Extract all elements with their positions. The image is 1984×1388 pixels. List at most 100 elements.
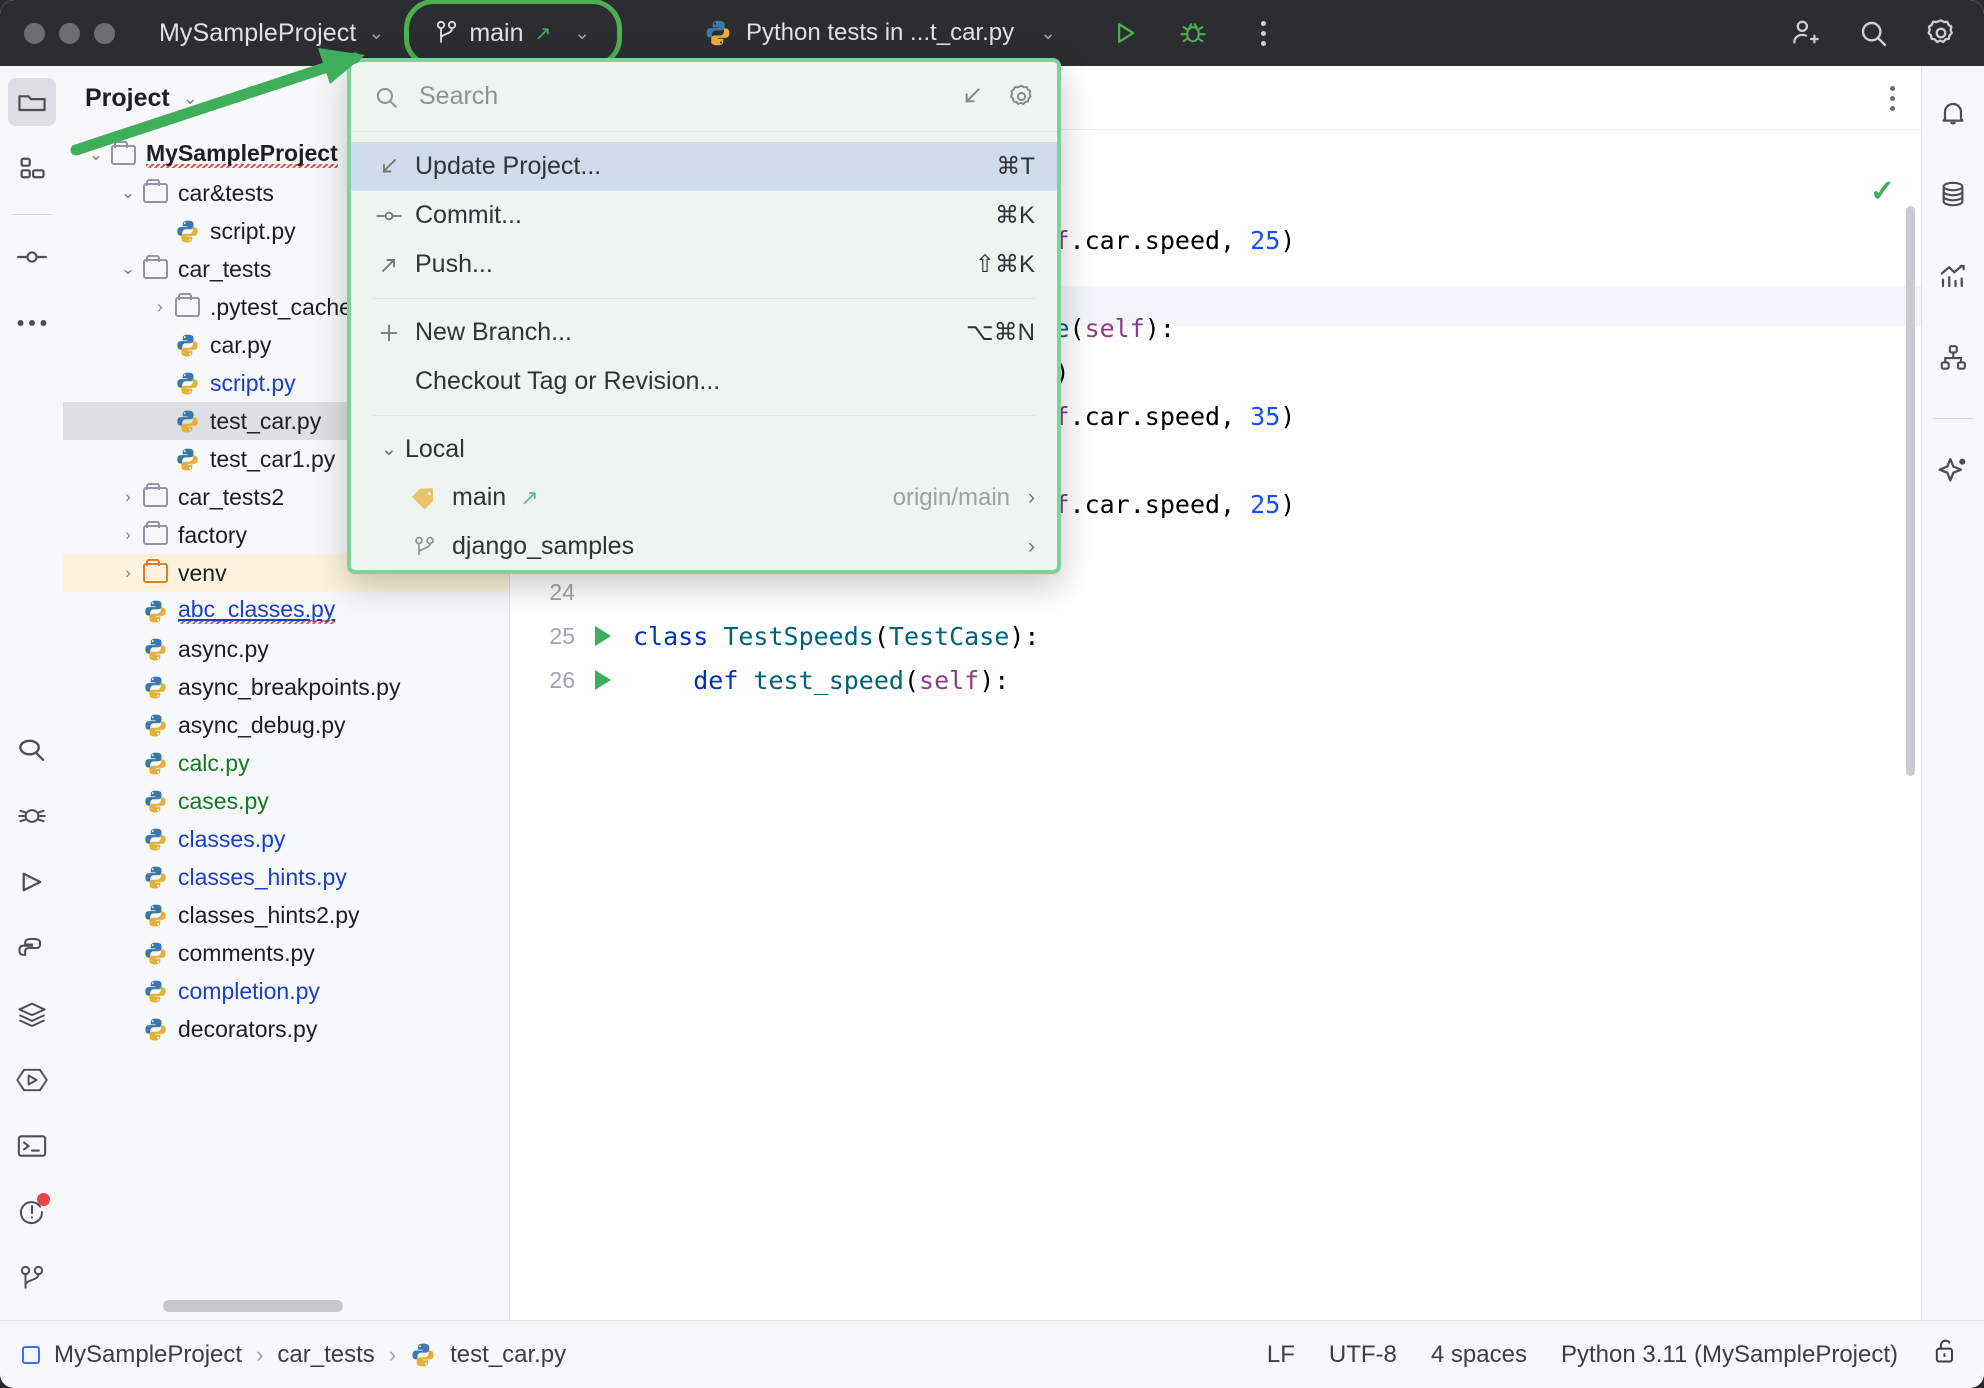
tree-row-label: classes_hints.py: [178, 863, 347, 890]
line-separator-widget[interactable]: LF: [1267, 1341, 1295, 1369]
branch-row-django-samples[interactable]: django_samples ›: [351, 522, 1057, 570]
more-options-icon[interactable]: [1246, 16, 1280, 50]
sidebar-item-version-control[interactable]: [8, 1254, 56, 1302]
tree-row-comments-py[interactable]: comments.py: [63, 934, 509, 972]
tree-row-completion-py[interactable]: completion.py: [63, 972, 509, 1010]
git-branches-popup: Search Update Project... ⌘T Commit... ⌘K…: [347, 58, 1061, 574]
branch-search-row[interactable]: Search: [351, 62, 1057, 132]
plus-icon: [373, 321, 405, 345]
sidebar-item-commit[interactable]: [8, 233, 56, 281]
sidebar-item-python-console[interactable]: [8, 1056, 56, 1104]
chevron-down-icon[interactable]: ⌄: [368, 22, 384, 45]
chevron-down-icon[interactable]: ⌄: [113, 183, 143, 203]
gear-icon[interactable]: [1008, 83, 1035, 110]
chevron-right-icon[interactable]: ›: [113, 525, 143, 545]
tree-row-calc-py[interactable]: calc.py: [63, 744, 509, 782]
sidebar-item-find[interactable]: [8, 726, 56, 774]
menu-item-shortcut: ⌘K: [994, 202, 1035, 229]
sidebar-item-problems[interactable]: [8, 1188, 56, 1236]
branch-row-feature[interactable]: feature ›: [351, 571, 1057, 574]
indent-widget[interactable]: 4 spaces: [1431, 1341, 1527, 1369]
menu-item-checkout-tag-or-revision[interactable]: Checkout Tag or Revision...: [351, 357, 1057, 406]
vertical-scrollbar[interactable]: [1906, 206, 1915, 776]
python-file-icon: [145, 942, 166, 964]
branch-group-local[interactable]: ⌄ Local: [351, 425, 1057, 473]
tree-row-async-py[interactable]: async.py: [63, 630, 509, 668]
run-line-icon[interactable]: [585, 670, 621, 690]
tree-row-label: car_tests2: [178, 483, 285, 510]
python-file-icon: [177, 334, 198, 356]
settings-icon[interactable]: [1924, 16, 1958, 50]
tree-row-classes-hints2-py[interactable]: classes_hints2.py: [63, 896, 509, 934]
search-icon[interactable]: [1856, 16, 1890, 50]
bell-icon[interactable]: [1929, 88, 1977, 136]
code-line[interactable]: 25 class TestSpeeds(TestCase):: [510, 614, 1921, 658]
project-name-label[interactable]: MySampleProject: [159, 19, 356, 48]
chevron-right-icon[interactable]: ›: [145, 297, 175, 317]
tree-row-label: script.py: [210, 369, 296, 396]
chevron-right-icon[interactable]: ›: [113, 563, 143, 583]
line-number: 25: [549, 622, 575, 649]
code-line[interactable]: 26 def test_speed(self):: [510, 658, 1921, 702]
breadcrumb-item[interactable]: MySampleProject: [54, 1341, 242, 1369]
sidebar-item-structure[interactable]: [8, 144, 56, 192]
maximize-window-button[interactable]: [94, 22, 115, 44]
tree-row-label: test_car.py: [210, 407, 322, 434]
tree-row-async-debug-py[interactable]: async_debug.py: [63, 706, 509, 744]
breadcrumb-item[interactable]: car_tests: [277, 1341, 374, 1369]
tree-row-classes-hints-py[interactable]: classes_hints.py: [63, 858, 509, 896]
encoding-widget[interactable]: UTF-8: [1329, 1341, 1397, 1369]
hierarchy-icon[interactable]: [1929, 334, 1977, 382]
menu-item-new-branch[interactable]: New Branch... ⌥⌘N: [351, 308, 1057, 357]
sidebar-item-run[interactable]: [8, 858, 56, 906]
interpreter-widget[interactable]: Python 3.11 (MySampleProject): [1561, 1341, 1898, 1369]
sidebar-item-more[interactable]: [8, 299, 56, 347]
tree-row-abc-classes-py[interactable]: abc_classes.py: [63, 592, 509, 630]
left-tool-strip: [0, 66, 63, 1320]
folder-icon: [111, 141, 136, 165]
project-panel-title: Project: [85, 83, 170, 112]
chevron-down-icon[interactable]: ⌄: [183, 88, 198, 109]
chevron-down-icon[interactable]: ⌄: [81, 145, 111, 165]
minimize-window-button[interactable]: [59, 22, 80, 44]
tree-row-classes-py[interactable]: classes.py: [63, 820, 509, 858]
sidebar-item-services[interactable]: [8, 990, 56, 1038]
sidebar-item-project[interactable]: [7, 78, 56, 126]
more-options-icon[interactable]: [1890, 86, 1895, 111]
debug-button[interactable]: [1176, 16, 1210, 50]
menu-item-push[interactable]: Push... ⇧⌘K: [351, 240, 1057, 289]
horizontal-scrollbar[interactable]: [163, 1300, 343, 1312]
breadcrumb-item[interactable]: test_car.py: [450, 1341, 566, 1369]
branch-widget[interactable]: main ↗ ⌄: [404, 0, 623, 68]
tree-row-cases-py[interactable]: cases.py: [63, 782, 509, 820]
add-account-icon[interactable]: [1788, 16, 1822, 50]
database-icon[interactable]: [1929, 170, 1977, 218]
search-icon: [376, 87, 397, 108]
chevron-right-icon[interactable]: ›: [113, 487, 143, 507]
run-button[interactable]: [1108, 16, 1142, 50]
sidebar-item-debug[interactable]: [8, 792, 56, 840]
menu-item-commit[interactable]: Commit... ⌘K: [351, 191, 1057, 240]
collapse-icon[interactable]: [958, 84, 984, 110]
close-window-button[interactable]: [24, 22, 45, 44]
sparkle-icon[interactable]: [1929, 447, 1977, 495]
code-line[interactable]: 24: [510, 570, 1921, 614]
sidebar-item-terminal[interactable]: [8, 1122, 56, 1170]
run-line-icon[interactable]: [585, 626, 621, 646]
tree-row-decorators-py[interactable]: decorators.py: [63, 1010, 509, 1048]
menu-item-update-project[interactable]: Update Project... ⌘T: [351, 142, 1057, 191]
chevron-down-icon[interactable]: ⌄: [113, 259, 143, 279]
sidebar-item-python-packages[interactable]: [8, 924, 56, 972]
right-tool-strip: [1921, 66, 1984, 1320]
search-input[interactable]: Search: [419, 82, 958, 111]
window-controls[interactable]: [24, 22, 115, 44]
python-file-icon: [145, 1018, 166, 1040]
run-configuration-widget[interactable]: Python tests in ...t_car.py ⌄: [704, 16, 1280, 50]
branch-row-main[interactable]: main ↗ origin/main ›: [351, 473, 1057, 522]
chart-icon[interactable]: [1929, 252, 1977, 300]
tree-row-async-breakpoints-py[interactable]: async_breakpoints.py: [63, 668, 509, 706]
unlocked-icon[interactable]: [1932, 1337, 1958, 1372]
chevron-right-icon: ›: [1028, 534, 1035, 558]
tree-row-label: venv: [178, 559, 227, 586]
